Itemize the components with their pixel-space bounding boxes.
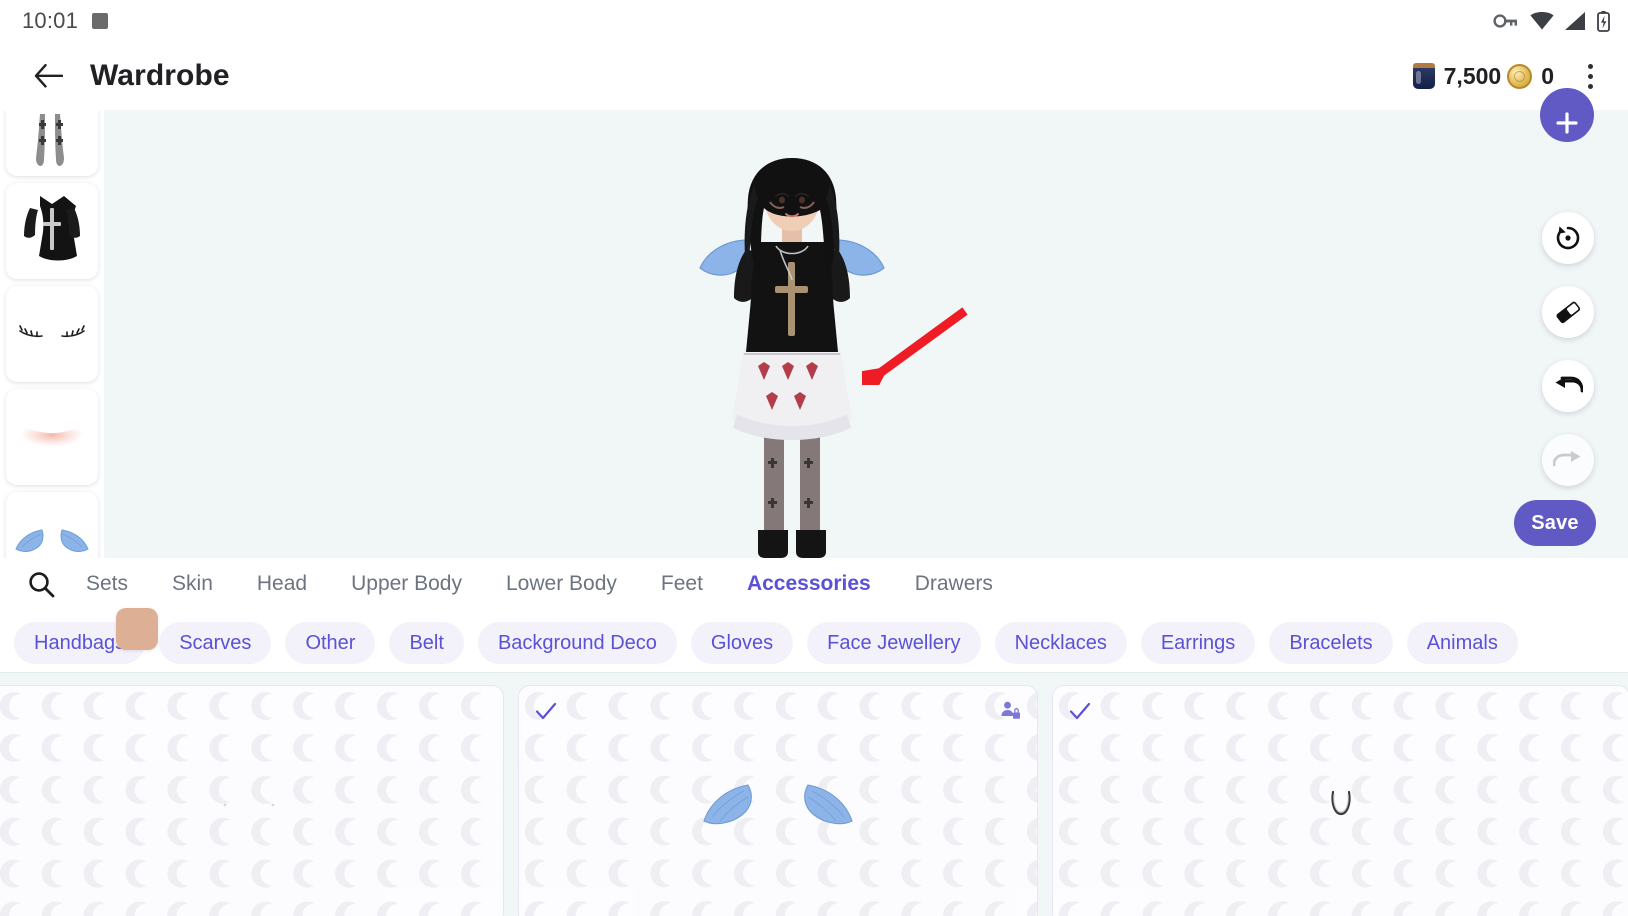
currency-gems[interactable]: 7,500 [1412, 62, 1502, 90]
lashes-thumb-icon [19, 325, 85, 338]
add-button[interactable] [1540, 88, 1594, 142]
chip-other[interactable]: Other [285, 622, 376, 664]
avatar-preview [682, 158, 902, 558]
selected-check-icon [1069, 702, 1091, 720]
thumb-blush[interactable] [6, 389, 98, 485]
blush-thumb-icon [19, 423, 85, 447]
chip-face-jewellery[interactable]: Face Jewellery [807, 622, 981, 664]
save-button[interactable]: Save [1514, 500, 1596, 546]
status-bar-left: 10:01 [22, 8, 109, 34]
skin-tone-swatch[interactable] [116, 608, 158, 650]
editor-tools-rail: Save [1514, 88, 1596, 558]
search-button[interactable] [18, 561, 64, 607]
wardrobe-screen: 10:01 Wardrobe 7,500 0 Save Sets Skin He… [0, 0, 1628, 916]
wifi-icon [1530, 12, 1554, 30]
vpn-key-icon [1493, 13, 1519, 29]
status-bar-right [1493, 10, 1610, 32]
thumb-black-cross-dress[interactable] [6, 183, 98, 279]
equipped-items-rail[interactable] [0, 110, 104, 558]
undo-button[interactable] [1542, 360, 1594, 412]
tab-sets[interactable]: Sets [64, 572, 150, 596]
tab-upper-body[interactable]: Upper Body [329, 572, 484, 596]
chip-scarves[interactable]: Scarves [159, 622, 272, 664]
redo-arrow-icon [1553, 451, 1581, 467]
item-card-blue-wings[interactable] [518, 685, 1038, 916]
thumb-legwear-tights[interactable] [6, 110, 98, 176]
item-card-empty[interactable] [0, 685, 504, 916]
app-bar: Wardrobe 7,500 0 [0, 42, 1628, 110]
owner-lock-icon [1001, 701, 1020, 719]
undo-arrow-icon [1555, 376, 1583, 393]
item-grid [0, 672, 1628, 916]
eraser-button[interactable] [1542, 286, 1594, 338]
status-bar: 10:01 [0, 0, 1628, 42]
tab-head[interactable]: Head [235, 572, 329, 596]
chip-earrings[interactable]: Earrings [1140, 622, 1256, 664]
square-indicator-icon [92, 13, 109, 29]
avatar-illustration [699, 158, 885, 558]
search-icon [29, 572, 55, 598]
tab-drawers[interactable]: Drawers [893, 572, 1015, 596]
tab-accessories[interactable]: Accessories [725, 572, 893, 596]
dress-thumb-icon [24, 196, 80, 261]
cell-signal-icon [1565, 12, 1586, 30]
kebab-dot [1587, 63, 1593, 69]
history-reset-icon [1556, 226, 1580, 250]
reset-button[interactable] [1542, 212, 1594, 264]
chip-bracelets[interactable]: Bracelets [1269, 622, 1393, 664]
gold-coin-icon [1507, 63, 1533, 89]
status-time: 10:01 [22, 8, 79, 33]
tab-feet[interactable]: Feet [639, 572, 725, 596]
tab-lower-body[interactable]: Lower Body [484, 572, 639, 596]
redo-button[interactable] [1542, 434, 1594, 486]
chip-belt[interactable]: Belt [389, 622, 464, 664]
chip-necklaces[interactable]: Necklaces [994, 622, 1127, 664]
page-title: Wardrobe [90, 59, 230, 92]
currency-coins[interactable]: 0 [1507, 63, 1554, 90]
item-artwork-choker [1053, 686, 1628, 916]
gem-count: 7,500 [1443, 62, 1502, 89]
tab-skin[interactable]: Skin [150, 572, 235, 596]
kebab-dot [1587, 73, 1593, 79]
back-button[interactable] [26, 54, 70, 98]
wings-thumb-icon [15, 529, 89, 552]
chip-gloves[interactable]: Gloves [690, 622, 794, 664]
kebab-dot [1587, 83, 1593, 89]
plus-icon [1556, 112, 1578, 134]
eraser-icon [1556, 301, 1581, 324]
chip-animals[interactable]: Animals [1406, 622, 1518, 664]
thumb-eyelashes[interactable] [6, 286, 98, 382]
tights-thumb-icon [36, 114, 64, 166]
item-artwork-blue-wings [519, 686, 1037, 916]
selected-check-icon [535, 702, 557, 720]
thumb-blue-wings[interactable] [6, 492, 98, 558]
avatar-stage: Save [0, 88, 1628, 650]
back-arrow-icon [34, 64, 63, 88]
gem-jar-icon [1412, 63, 1435, 89]
chip-background-deco[interactable]: Background Deco [477, 622, 677, 664]
battery-charging-icon [1597, 10, 1610, 32]
subcategory-chips: Handbags Scarves Other Belt Background D… [0, 614, 1628, 672]
item-card-choker[interactable] [1052, 685, 1628, 916]
coin-count: 0 [1541, 62, 1554, 89]
category-tabs: Sets Skin Head Upper Body Lower Body Fee… [0, 558, 1628, 610]
item-artwork-empty [0, 686, 503, 916]
